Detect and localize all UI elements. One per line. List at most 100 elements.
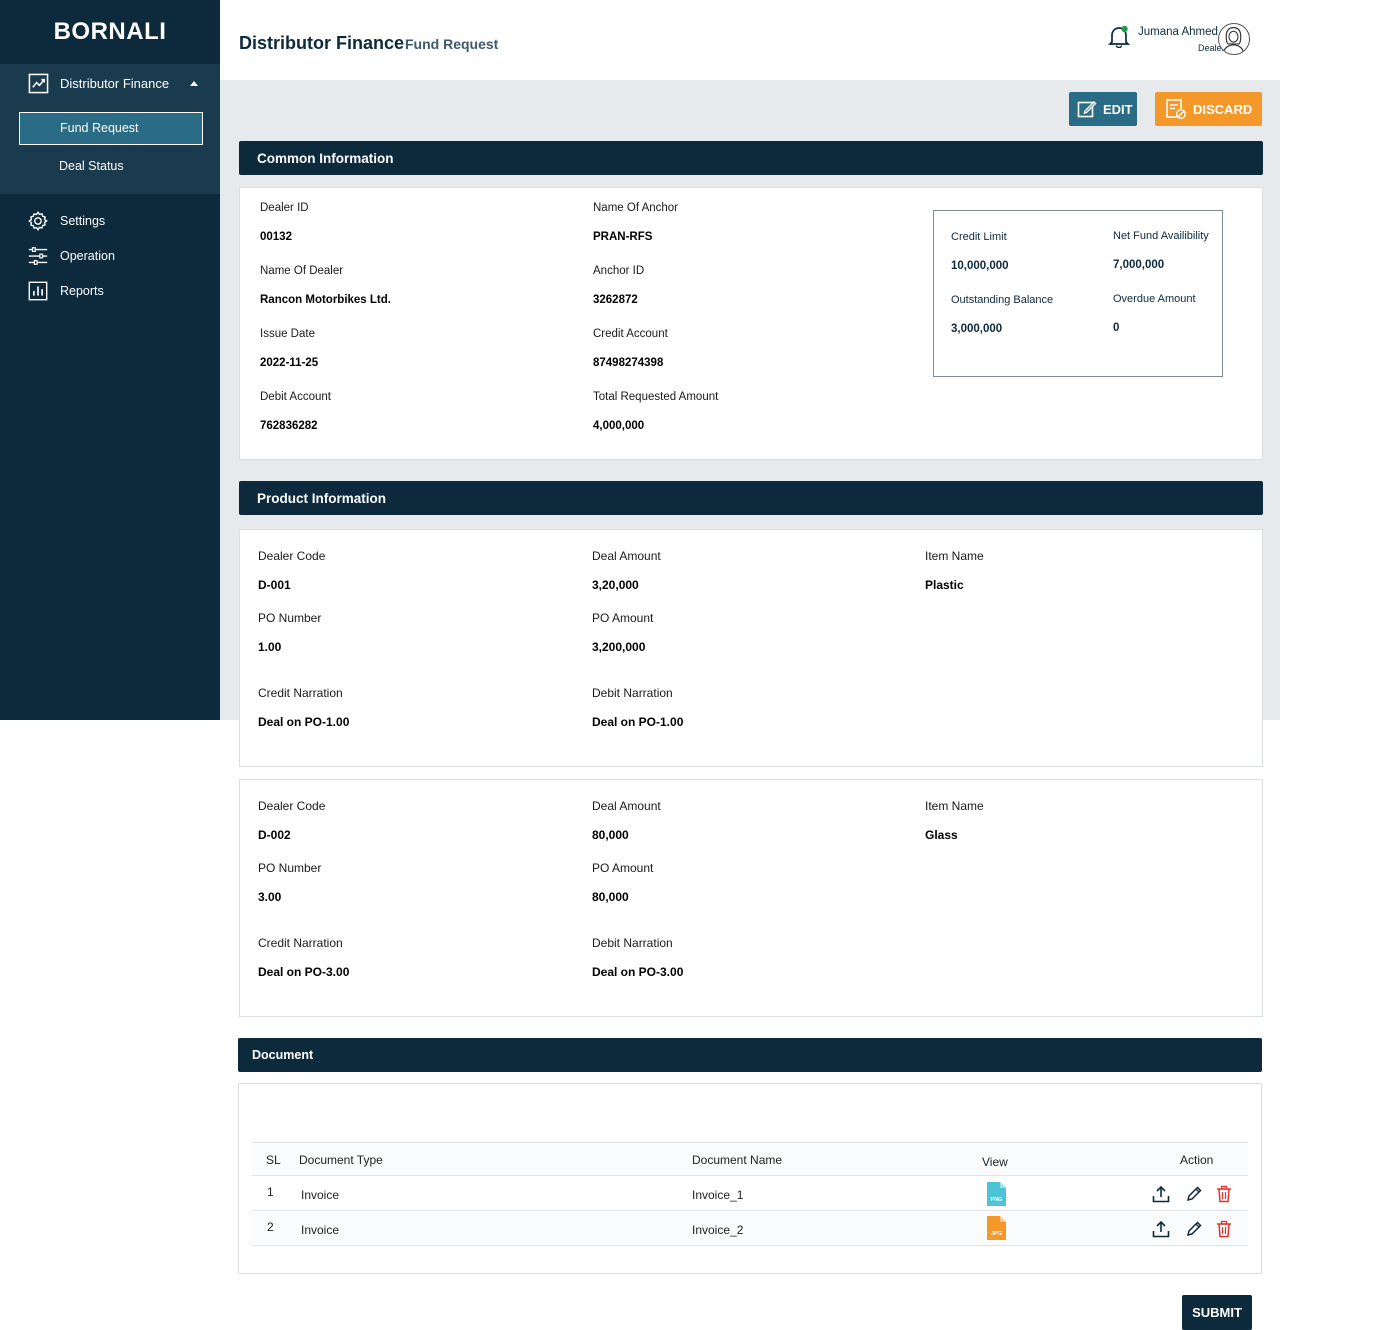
deal-amount-value: 80,000 [592, 828, 629, 842]
column-header-sl: SL [266, 1153, 281, 1167]
credit-limit-label: Credit Limit [951, 231, 1007, 243]
sidebar-item-distributor-finance[interactable]: Distributor Finance [0, 64, 220, 102]
credit-narration-value: Deal on PO-3.00 [258, 965, 350, 979]
po-number-label: PO Number [258, 611, 322, 625]
po-amount-label: PO Amount [592, 861, 654, 875]
app-root: BORNALI Distributor Finance Fund Request… [0, 0, 1374, 1330]
breadcrumb-current: Fund Request [405, 36, 499, 52]
table-row: 2 Invoice Invoice_2 JPG [252, 1211, 1248, 1246]
product-info-header: Product Information [239, 481, 1263, 515]
edit-icon [1077, 101, 1097, 118]
row-document-name: Invoice_1 [692, 1188, 744, 1202]
sidebar-item-label: Operation [60, 248, 115, 263]
po-number-value: 1.00 [258, 640, 282, 654]
pencil-icon[interactable] [1185, 1220, 1203, 1238]
table-header: SL Document Type Document Name View Acti… [252, 1142, 1248, 1176]
outstanding-balance-label: Outstanding Balance [951, 294, 1054, 306]
product-card-2 [239, 779, 1263, 1017]
table-row: 1 Invoice Invoice_1 PNG [252, 1176, 1248, 1211]
dealer-id-value: 00132 [260, 231, 292, 243]
name-of-anchor-value: PRAN-RFS [593, 231, 653, 243]
png-file-icon[interactable]: PNG [985, 1181, 1007, 1207]
submit-button[interactable]: SUBMIT [1182, 1295, 1252, 1330]
po-amount-value: 80,000 [592, 890, 629, 904]
name-of-dealer-value: Rancon Motorbikes Ltd. [260, 294, 391, 306]
user-avatar-icon [1222, 27, 1245, 54]
column-header-document-type: Document Type [299, 1153, 383, 1167]
user-name: Jumana Ahmed [1138, 26, 1218, 38]
discard-button[interactable]: DISCARD [1155, 92, 1262, 126]
dealer-id-label: Dealer ID [260, 202, 309, 214]
name-of-dealer-label: Name Of Dealer [260, 265, 344, 277]
sidebar-item-label: Reports [60, 283, 104, 298]
credit-narration-value: Deal on PO-1.00 [258, 715, 350, 729]
overdue-amount-label: Overdue Amount [1113, 293, 1196, 305]
po-amount-value: 3,200,000 [592, 640, 646, 654]
row-sl: 2 [267, 1220, 274, 1234]
column-header-view: View [982, 1155, 1008, 1169]
sidebar: BORNALI Distributor Finance Fund Request… [0, 0, 220, 720]
file-badge: PNG [991, 1197, 1003, 1203]
debit-narration-label: Debit Narration [592, 686, 673, 700]
upload-icon[interactable] [1152, 1185, 1170, 1203]
sidebar-subitem-fund-request[interactable]: Fund Request [19, 112, 203, 145]
item-name-value: Glass [925, 828, 958, 842]
caret-up-icon[interactable] [190, 80, 198, 86]
row-sl: 1 [267, 1185, 274, 1199]
document-table: SL Document Type Document Name View Acti… [252, 1142, 1248, 1246]
item-name-label: Item Name [925, 799, 984, 813]
sidebar-item-settings[interactable]: Settings [0, 203, 220, 238]
debit-account-label: Debit Account [260, 391, 331, 403]
sidebar-item-label: Settings [60, 213, 106, 228]
credit-limit-value: 10,000,000 [951, 260, 1009, 272]
trending-chart-icon [28, 73, 49, 93]
anchor-id-value: 3262872 [593, 294, 638, 306]
column-header-action: Action [1180, 1153, 1214, 1167]
name-of-anchor-label: Name Of Anchor [593, 202, 679, 214]
sidebar-group-distributor-finance: Distributor Finance Fund Request Deal St… [0, 64, 220, 194]
dealer-code-value: D-001 [258, 578, 291, 592]
trash-icon[interactable] [1215, 1185, 1233, 1203]
item-name-value: Plastic [925, 578, 964, 592]
issue-date-value: 2022-11-25 [260, 357, 319, 369]
debit-narration-value: Deal on PO-3.00 [592, 965, 684, 979]
edit-button[interactable]: EDIT [1069, 92, 1137, 126]
discard-button-label: DISCARD [1193, 101, 1253, 117]
avatar[interactable] [1218, 23, 1250, 55]
debit-narration-value: Deal on PO-1.00 [592, 715, 684, 729]
sidebar-subitem-deal-status[interactable]: Deal Status [19, 151, 203, 184]
issue-date-label: Issue Date [260, 328, 315, 340]
po-amount-label: PO Amount [592, 611, 654, 625]
net-fund-label: Net Fund Availibility [1113, 230, 1209, 242]
credit-narration-label: Credit Narration [258, 686, 343, 700]
sidebar-item-reports[interactable]: Reports [0, 273, 220, 308]
debit-narration-label: Debit Narration [592, 936, 673, 950]
deal-amount-label: Deal Amount [592, 799, 661, 813]
jpg-file-icon[interactable]: JPG [985, 1215, 1007, 1241]
outstanding-balance-value: 3,000,000 [951, 323, 1003, 335]
item-name-label: Item Name [925, 549, 984, 563]
total-requested-label: Total Requested Amount [593, 391, 719, 403]
deal-amount-value: 3,20,000 [592, 578, 639, 592]
debit-account-value: 762836282 [260, 420, 318, 432]
pencil-icon[interactable] [1185, 1185, 1203, 1203]
bar-chart-icon [28, 281, 48, 300]
notification-bell-icon[interactable] [1108, 24, 1130, 48]
po-number-label: PO Number [258, 861, 322, 875]
total-requested-value: 4,000,000 [593, 420, 645, 432]
trash-icon[interactable] [1215, 1220, 1233, 1238]
gear-icon [28, 210, 48, 231]
document-header: Document [238, 1038, 1262, 1072]
page-title: Distributor Finance [239, 33, 405, 53]
po-number-value: 3.00 [258, 890, 282, 904]
common-info-header: Common Information [239, 141, 1263, 175]
dealer-code-value: D-002 [258, 828, 291, 842]
anchor-id-label: Anchor ID [593, 265, 645, 277]
brand-logo: BORNALI [53, 18, 167, 45]
upload-icon[interactable] [1152, 1220, 1170, 1238]
column-header-document-name: Document Name [692, 1153, 783, 1167]
credit-account-value: 87498274398 [593, 357, 664, 369]
row-document-name: Invoice_2 [692, 1223, 744, 1237]
sidebar-item-operation[interactable]: Operation [0, 238, 220, 273]
dealer-code-label: Dealer Code [258, 799, 326, 813]
